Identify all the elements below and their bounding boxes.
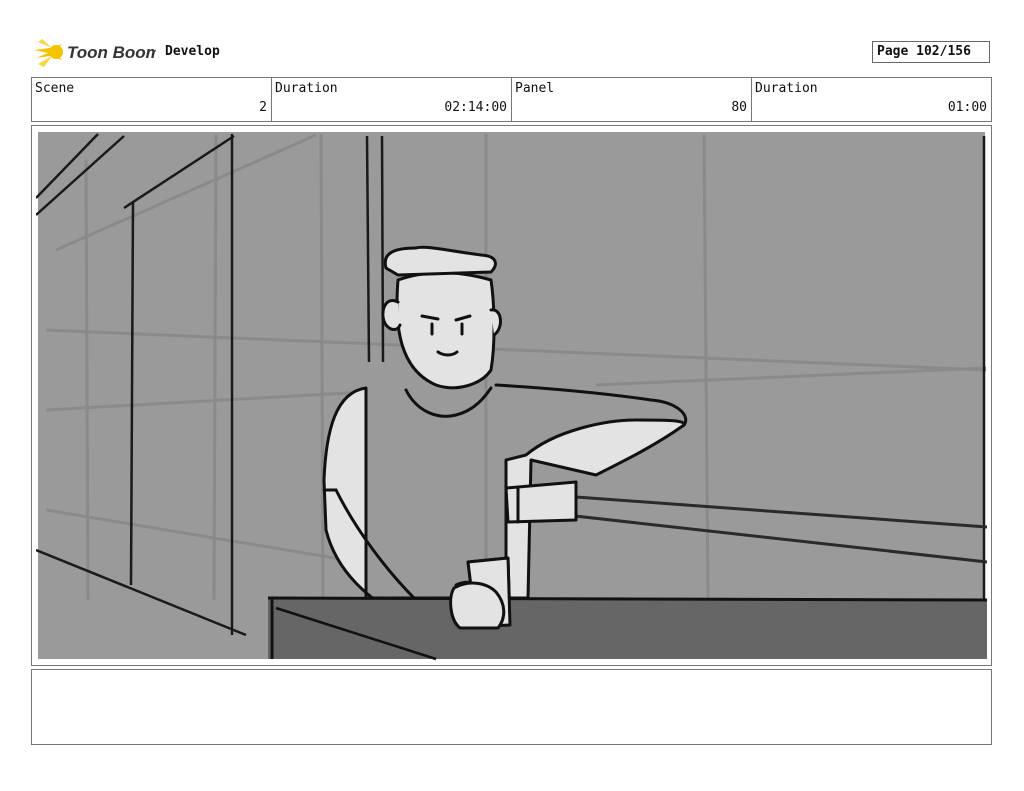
panel-label: Panel xyxy=(515,81,555,96)
storyboard-panel xyxy=(31,125,992,666)
scene-info-table: Scene 2 Duration 02:14:00 Panel 80 Durat… xyxy=(31,77,992,122)
logo-burst-icon xyxy=(34,39,63,67)
scene-label: Scene xyxy=(35,81,75,96)
scene-cell: Scene 2 xyxy=(32,78,272,121)
scene-duration-cell: Duration 02:14:00 xyxy=(272,78,512,121)
logo-text: Toon Boom xyxy=(67,43,156,62)
panel-duration-cell: Duration 01:00 xyxy=(752,78,991,121)
toon-boom-logo: Toon Boom xyxy=(32,36,156,70)
scene-duration-value: 02:14:00 xyxy=(444,100,507,115)
panel-duration-label: Duration xyxy=(755,81,818,96)
panel-value: 80 xyxy=(731,100,747,115)
project-name: Develop xyxy=(165,44,220,59)
page-indicator: Page 102/156 xyxy=(872,41,990,63)
panel-duration-value: 01:00 xyxy=(947,100,987,115)
bar-counter xyxy=(267,596,987,661)
panel-notes-box xyxy=(31,669,992,745)
panel-cell: Panel 80 xyxy=(512,78,752,121)
scene-duration-label: Duration xyxy=(275,81,338,96)
panel-drawing xyxy=(36,132,987,661)
scene-value: 2 xyxy=(259,100,267,115)
